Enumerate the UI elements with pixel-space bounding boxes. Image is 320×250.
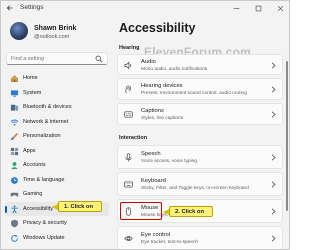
card-hearing-devices[interactable]: Hearing devices Presets, environment sou… bbox=[117, 78, 283, 100]
title-bar: Settings bbox=[1, 1, 289, 16]
sidebar-item-label: Personalization bbox=[23, 133, 61, 139]
sidebar-item-label: Apps bbox=[23, 147, 36, 154]
maximize-icon bbox=[255, 5, 261, 12]
chevron-right-icon bbox=[271, 181, 276, 188]
card-eye-control[interactable]: Eye control Eye tracker, text-to-speech bbox=[117, 226, 283, 249]
search-box bbox=[6, 52, 108, 65]
shield-icon bbox=[11, 219, 18, 228]
time-language-icon bbox=[11, 176, 18, 184]
sidebar-item-gaming[interactable]: Gaming bbox=[5, 187, 109, 202]
sidebar-item-label: Accounts bbox=[23, 162, 46, 168]
sidebar-item-accounts[interactable]: Accounts bbox=[5, 158, 109, 173]
step-1-callout: 1. Click on bbox=[52, 201, 102, 212]
sidebar-nav: Home System Bluetooth & devices Network … bbox=[5, 71, 109, 245]
captions-icon bbox=[124, 111, 133, 118]
card-title: Hearing devices bbox=[141, 83, 183, 89]
callout-text: 1. Click on bbox=[64, 203, 93, 210]
back-arrow-icon[interactable] bbox=[6, 4, 14, 12]
eye-icon bbox=[124, 236, 133, 241]
callout-arrow bbox=[52, 204, 58, 210]
mouse-highlight-box bbox=[120, 202, 162, 220]
chevron-right-icon bbox=[271, 86, 276, 93]
card-keyboard[interactable]: Keyboard Sticky, Filter, and Toggle keys… bbox=[117, 172, 283, 196]
sidebar-item-system[interactable]: System bbox=[5, 86, 109, 101]
brush-icon bbox=[10, 132, 19, 141]
sidebar-item-home[interactable]: Home bbox=[5, 71, 109, 86]
close-button[interactable] bbox=[269, 1, 289, 16]
maximize-button[interactable] bbox=[247, 1, 269, 16]
scrollbar[interactable] bbox=[286, 61, 288, 211]
home-icon bbox=[11, 75, 18, 82]
card-description: Sticky, Filter, and Toggle keys, on-scre… bbox=[141, 186, 249, 191]
profile-name: Shawn Brink bbox=[34, 25, 77, 32]
profile-email: @outlook.com bbox=[34, 34, 70, 40]
sidebar-item-bluetooth[interactable]: Bluetooth & devices bbox=[5, 100, 109, 115]
sidebar-item-label: Privacy & security bbox=[23, 220, 67, 226]
apps-icon bbox=[10, 147, 19, 155]
system-icon bbox=[10, 89, 19, 97]
callout-arrow bbox=[163, 209, 169, 215]
card-title: Eye control bbox=[141, 232, 170, 238]
network-icon bbox=[10, 119, 19, 126]
sidebar-item-label: Time & language bbox=[23, 176, 65, 183]
sidebar-item-windows-update[interactable]: Windows Update bbox=[5, 231, 109, 246]
sidebar-item-label: Network & internet bbox=[23, 118, 69, 125]
window-title: Settings bbox=[20, 4, 44, 11]
chevron-right-icon bbox=[271, 208, 276, 215]
card-description: Presets, environment sound control, audi… bbox=[141, 91, 247, 96]
speaker-icon bbox=[124, 61, 132, 70]
keyboard-icon bbox=[124, 181, 133, 188]
gaming-icon bbox=[10, 192, 19, 197]
accounts-icon bbox=[11, 162, 18, 170]
card-description: Mono audio, audio notifications bbox=[141, 67, 208, 72]
card-description: Styles, live captions bbox=[141, 116, 184, 121]
card-captions[interactable]: Captions Styles, live captions bbox=[117, 103, 283, 125]
sidebar-item-label: Home bbox=[23, 75, 38, 81]
minimize-icon bbox=[233, 8, 239, 9]
card-description: Voice access, voice typing bbox=[141, 159, 197, 164]
sidebar-item-label: Gaming bbox=[23, 191, 43, 197]
minimize-button[interactable] bbox=[225, 1, 247, 16]
card-title: Speech bbox=[141, 151, 161, 157]
page-title: Accessibility bbox=[119, 21, 196, 35]
search-icon[interactable] bbox=[95, 55, 103, 63]
bluetooth-icon bbox=[10, 104, 19, 111]
accessibility-icon bbox=[11, 205, 18, 213]
sidebar-item-network[interactable]: Network & internet bbox=[5, 115, 109, 130]
chevron-right-icon bbox=[271, 62, 276, 69]
sidebar-item-privacy[interactable]: Privacy & security bbox=[5, 216, 109, 231]
update-icon bbox=[11, 234, 18, 242]
chevron-right-icon bbox=[271, 235, 276, 242]
sidebar-item-label: System bbox=[23, 89, 42, 96]
card-title: Captions bbox=[141, 108, 164, 114]
chevron-right-icon bbox=[271, 111, 276, 118]
sidebar-item-apps[interactable]: Apps bbox=[5, 144, 109, 159]
sidebar-item-personalization[interactable]: Personalization bbox=[5, 129, 109, 144]
search-input[interactable] bbox=[11, 54, 95, 64]
card-description: Eye tracker, text-to-speech bbox=[141, 240, 199, 245]
sidebar-item-label: Windows Update bbox=[23, 234, 65, 241]
hearing-device-icon bbox=[125, 85, 132, 93]
close-icon bbox=[277, 5, 283, 12]
card-speech[interactable]: Speech Voice access, voice typing bbox=[117, 145, 283, 169]
avatar[interactable] bbox=[10, 22, 28, 40]
card-title: Keyboard bbox=[141, 178, 166, 184]
section-header-hearing: Hearing bbox=[119, 45, 140, 51]
sidebar-item-time-language[interactable]: Time & language bbox=[5, 173, 109, 188]
section-header-interaction: Interaction bbox=[119, 135, 148, 141]
chevron-right-icon bbox=[271, 154, 276, 161]
microphone-icon bbox=[125, 153, 132, 162]
callout-text: 2. Click on bbox=[175, 208, 204, 215]
sidebar-item-label: Bluetooth & devices bbox=[23, 104, 72, 110]
step-2-callout: 2. Click on bbox=[163, 206, 213, 217]
card-title: Audio bbox=[141, 59, 156, 65]
settings-window: Settings Shawn Brink @outlook.com Home bbox=[0, 0, 290, 250]
sidebar-item-label: Accessibility bbox=[23, 205, 53, 212]
card-audio[interactable]: Audio Mono audio, audio notifications bbox=[117, 54, 283, 75]
